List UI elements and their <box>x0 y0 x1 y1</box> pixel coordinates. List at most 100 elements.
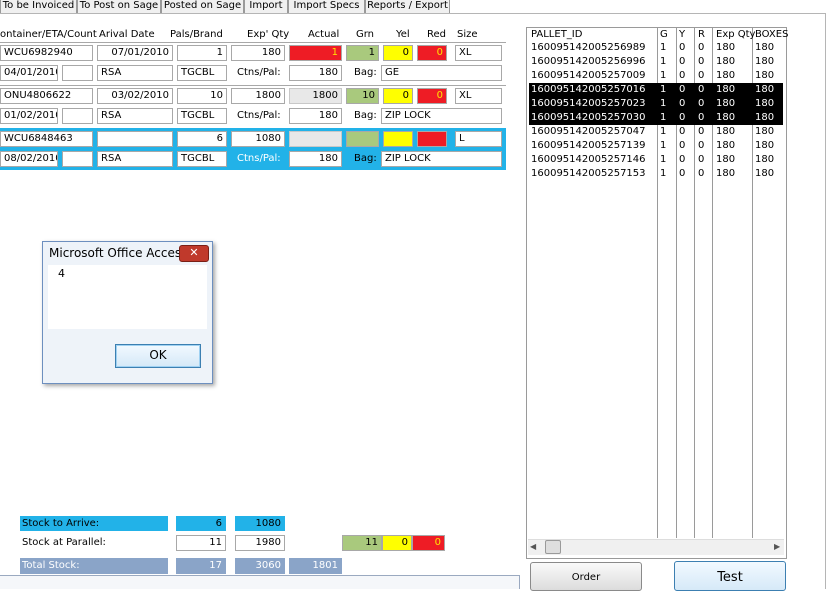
brand-field[interactable]: TGCBL <box>177 108 227 124</box>
red-field[interactable] <box>417 131 447 147</box>
footer-divider <box>0 575 520 589</box>
exp-qty-field[interactable]: 1080 <box>231 131 285 147</box>
pals-field[interactable]: 10 <box>177 88 227 104</box>
container-field[interactable]: WCU6982940 <box>0 45 93 61</box>
actual-field[interactable]: 1800 <box>289 88 342 104</box>
pals-field[interactable]: 1 <box>177 45 227 61</box>
list-header-pallet-id[interactable]: PALLET_ID <box>531 29 582 40</box>
bag-label: Bag: <box>354 110 377 121</box>
brand-field[interactable]: TGCBL <box>177 65 227 81</box>
count-field[interactable] <box>62 65 93 81</box>
pallet-row[interactable]: 160095142005257030 1 0 0 180 180 <box>529 111 783 125</box>
ctns-field[interactable]: 180 <box>289 65 342 81</box>
header-pals-brand: Pals/Brand <box>170 29 223 40</box>
pallet-row[interactable]: 160095142005257009 1 0 0 180 180 <box>529 69 783 83</box>
y-cell: 0 <box>679 126 686 137</box>
scroll-thumb[interactable] <box>545 540 561 554</box>
size-field[interactable]: L <box>455 131 502 147</box>
boxes-cell: 180 <box>755 126 775 137</box>
origin-field[interactable]: RSA <box>97 108 173 124</box>
size-field[interactable]: XL <box>455 88 502 104</box>
size-field[interactable]: XL <box>455 45 502 61</box>
list-header-g[interactable]: G <box>660 29 668 40</box>
bag-field[interactable]: ZIP LOCK <box>381 151 502 167</box>
test-button[interactable]: Test <box>674 561 786 591</box>
tab-to-be-invoiced[interactable]: To be Invoiced <box>0 0 77 14</box>
tab-posted-on-sage[interactable]: Posted on Sage <box>161 0 244 14</box>
header-red: Red <box>427 29 446 40</box>
bag-field[interactable]: GE <box>381 65 502 81</box>
pallet-row[interactable]: 160095142005256989 1 0 0 180 180 <box>529 41 783 55</box>
pallet-row[interactable]: 160095142005257153 1 0 0 180 180 <box>529 167 783 181</box>
tab-import-specs[interactable]: Import Specs <box>288 0 365 14</box>
arrival-date-field[interactable]: 03/02/2010 <box>97 88 173 104</box>
close-icon[interactable]: ✕ <box>179 245 209 262</box>
grn-field[interactable]: 10 <box>346 88 379 104</box>
eta-field[interactable]: 04/01/2010 <box>0 65 58 81</box>
r-cell: 0 <box>698 140 705 151</box>
r-cell: 0 <box>698 98 705 109</box>
container-field[interactable]: ONU4806622 <box>0 88 93 104</box>
origin-field[interactable]: RSA <box>97 151 173 167</box>
tab-reports-export[interactable]: Reports / Export <box>365 0 450 14</box>
arrival-date-field[interactable] <box>97 131 173 147</box>
pals-field[interactable]: 6 <box>177 131 227 147</box>
pallet-row[interactable]: 160095142005257047 1 0 0 180 180 <box>529 125 783 139</box>
yel-field[interactable] <box>383 131 413 147</box>
total-stock-actual: 1801 <box>289 558 342 574</box>
ok-button[interactable]: OK <box>115 344 201 368</box>
g-cell: 1 <box>660 84 667 95</box>
list-header-boxes[interactable]: BOXES <box>755 29 788 40</box>
tab-import[interactable]: Import <box>244 0 288 14</box>
brand-field[interactable]: TGCBL <box>177 151 227 167</box>
bag-label: Bag: <box>354 67 377 78</box>
yel-field[interactable]: 0 <box>383 45 413 61</box>
origin-field[interactable]: RSA <box>97 65 173 81</box>
list-header-exp-qty[interactable]: Exp Qty <box>716 29 755 40</box>
eta-field[interactable]: 08/02/2010 <box>0 151 58 167</box>
r-cell: 0 <box>698 56 705 67</box>
y-cell: 0 <box>679 140 686 151</box>
y-cell: 0 <box>679 168 686 179</box>
exp-qty-field[interactable]: 1800 <box>231 88 285 104</box>
actual-field[interactable]: 1 <box>289 45 342 61</box>
pallet-row[interactable]: 160095142005257146 1 0 0 180 180 <box>529 153 783 167</box>
tab-to-post-on-sage[interactable]: To Post on Sage <box>77 0 161 14</box>
eta-field[interactable]: 01/02/2010 <box>0 108 58 124</box>
scroll-right-arrow-icon[interactable]: ▶ <box>774 541 784 553</box>
bag-field[interactable]: ZIP LOCK <box>381 108 502 124</box>
arrival-date-field[interactable]: 07/01/2010 <box>97 45 173 61</box>
count-field[interactable] <box>62 108 93 124</box>
stock-parallel-yel: 0 <box>382 535 412 551</box>
pallet-row[interactable]: 160095142005256996 1 0 0 180 180 <box>529 55 783 69</box>
scroll-left-arrow-icon[interactable]: ◀ <box>530 541 540 553</box>
horizontal-scrollbar[interactable] <box>528 539 784 555</box>
pallet-row[interactable]: 160095142005257139 1 0 0 180 180 <box>529 139 783 153</box>
list-header-r[interactable]: R <box>698 29 705 40</box>
order-button[interactable]: Order <box>530 562 642 591</box>
grn-field[interactable]: 1 <box>346 45 379 61</box>
grn-field[interactable] <box>346 131 379 147</box>
ctns-field[interactable]: 180 <box>289 151 342 167</box>
exp-qty-field[interactable]: 180 <box>231 45 285 61</box>
actual-field[interactable] <box>289 131 342 147</box>
exp-qty-cell: 180 <box>716 56 736 67</box>
list-header-y[interactable]: Y <box>679 29 685 40</box>
red-field[interactable]: 0 <box>417 88 447 104</box>
exp-qty-cell: 180 <box>716 98 736 109</box>
g-cell: 1 <box>660 154 667 165</box>
y-cell: 0 <box>679 56 686 67</box>
boxes-cell: 180 <box>755 84 775 95</box>
boxes-cell: 180 <box>755 98 775 109</box>
yel-field[interactable]: 0 <box>383 88 413 104</box>
container-field[interactable]: WCU6848463 <box>0 131 93 147</box>
y-cell: 0 <box>679 154 686 165</box>
ctns-field[interactable]: 180 <box>289 108 342 124</box>
boxes-cell: 180 <box>755 70 775 81</box>
count-field[interactable] <box>62 151 93 167</box>
boxes-cell: 180 <box>755 112 775 123</box>
y-cell: 0 <box>679 98 686 109</box>
pallet-row[interactable]: 160095142005257023 1 0 0 180 180 <box>529 97 783 111</box>
red-field[interactable]: 0 <box>417 45 447 61</box>
pallet-row[interactable]: 160095142005257016 1 0 0 180 180 <box>529 83 783 97</box>
